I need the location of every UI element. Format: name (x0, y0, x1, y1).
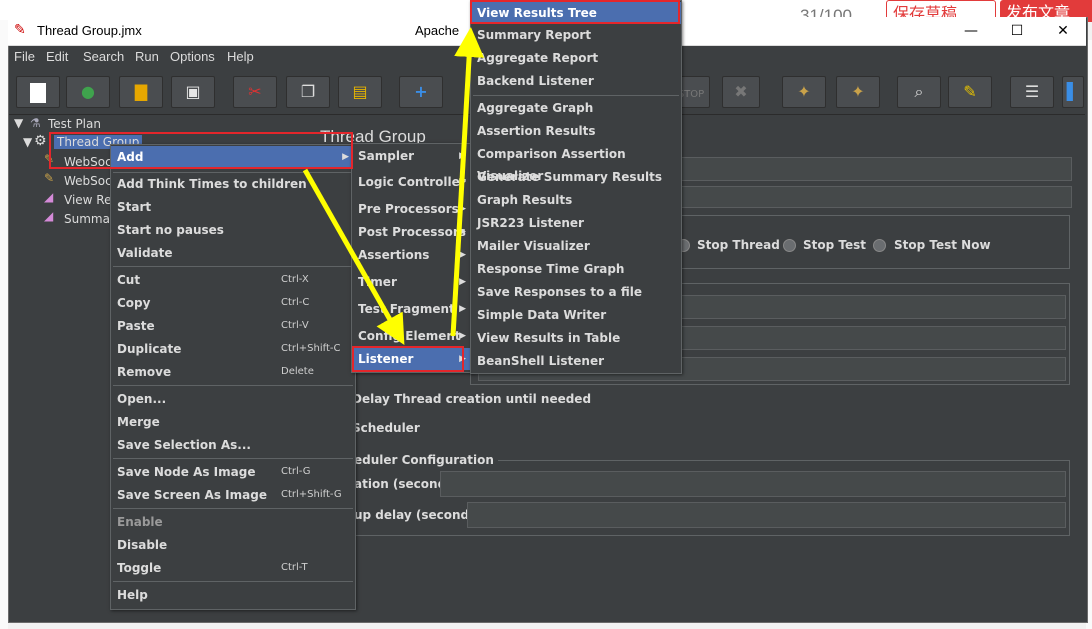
arrow-to-view-results-tree (450, 27, 485, 337)
arrow-to-listener (302, 168, 405, 346)
annotation-arrows (302, 27, 485, 346)
